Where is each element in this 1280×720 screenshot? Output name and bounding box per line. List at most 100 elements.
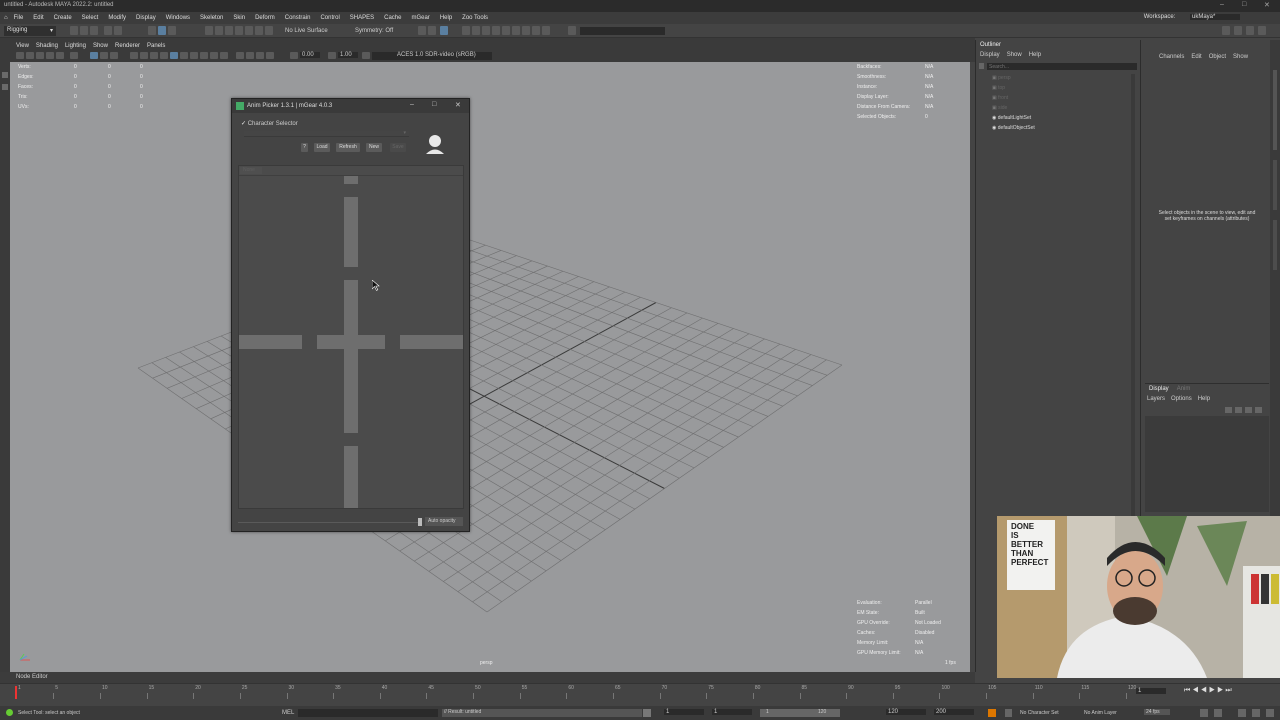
image-plane-icon[interactable] (36, 52, 44, 59)
menu-display[interactable]: Display (136, 15, 156, 21)
picker-control-lower[interactable] (344, 363, 358, 433)
refresh-button[interactable]: Refresh (336, 143, 360, 152)
anim-picker-title-bar[interactable]: Anim Picker 1.3.1 | mGear 4.0.3 – □ ✕ (232, 99, 469, 113)
close-icon[interactable]: ✕ (455, 101, 461, 109)
select-hierarchy-icon[interactable] (148, 26, 156, 35)
new-layer-icon[interactable] (1245, 407, 1252, 413)
shadows-icon[interactable] (180, 52, 188, 59)
picker-control-center-upper[interactable] (344, 280, 358, 335)
channels-menu-channels[interactable]: Channels (1159, 54, 1184, 60)
two-d-pan-icon[interactable] (46, 52, 54, 59)
outliner-item-default-light-set[interactable]: ◉ defaultLightSet (992, 113, 1035, 123)
modeling-toolkit-tab[interactable] (1273, 160, 1277, 210)
move-layer-down-icon[interactable] (1235, 407, 1242, 413)
menu-skin[interactable]: Skin (233, 15, 245, 21)
menu-help[interactable]: Help (440, 15, 452, 21)
bookmark-icon[interactable] (26, 52, 34, 59)
layer-tab-display[interactable]: Display (1149, 386, 1169, 392)
viewport-menu-renderer[interactable]: Renderer (115, 43, 140, 49)
snap-grid-icon[interactable] (205, 26, 213, 35)
xray-joints-icon[interactable] (256, 52, 264, 59)
picker-control-center-lower[interactable] (344, 349, 358, 363)
cache-icon[interactable] (1252, 709, 1260, 717)
layer-menu-options[interactable]: Options (1171, 396, 1192, 402)
live-surface-label[interactable]: No Live Surface (285, 28, 328, 34)
minimize-icon[interactable]: – (410, 101, 414, 108)
current-time-indicator[interactable] (15, 686, 17, 699)
wireframe-on-shaded-icon[interactable] (150, 52, 158, 59)
menu-zoo-tools[interactable]: Zoo Tools (462, 15, 488, 21)
maximize-icon[interactable]: □ (432, 101, 436, 108)
channels-menu-show[interactable]: Show (1233, 54, 1248, 60)
menu-file[interactable]: File (14, 15, 24, 21)
lights-icon[interactable] (170, 52, 178, 59)
grease-pencil-icon[interactable] (56, 52, 64, 59)
menu-windows[interactable]: Windows (166, 15, 190, 21)
minimize-icon[interactable]: – (1220, 1, 1224, 8)
viewport-menu-show[interactable]: Show (93, 43, 108, 49)
anim-layer-label[interactable]: No Anim Layer (1084, 710, 1117, 716)
maximize-icon[interactable]: □ (1242, 1, 1246, 8)
move-layer-up-icon[interactable] (1225, 407, 1232, 413)
new-scene-icon[interactable] (70, 26, 78, 35)
play-back-icon[interactable]: ◀ (1201, 687, 1209, 694)
wireframe-icon[interactable] (130, 52, 138, 59)
step-back-icon[interactable]: ◀ (1192, 687, 1200, 694)
arnold-stop-icon[interactable] (512, 26, 520, 35)
fps-dropdown[interactable]: 24 fps (1144, 709, 1170, 715)
light-editor-icon[interactable] (482, 26, 490, 35)
opacity-slider-handle[interactable] (418, 518, 422, 526)
menu-cache[interactable]: Cache (384, 15, 401, 21)
film-gate-icon[interactable] (90, 52, 98, 59)
channels-menu-object[interactable]: Object (1209, 54, 1226, 60)
smooth-shade-icon[interactable] (140, 52, 148, 59)
input-line-field[interactable] (580, 27, 665, 35)
menu-shapes[interactable]: SHAPES (350, 15, 374, 21)
menu-modify[interactable]: Modify (108, 15, 126, 21)
maya-home-icon[interactable]: ⌂ (4, 15, 8, 21)
outliner-item-default-object-set[interactable]: ◉ defaultObjectSet (992, 123, 1035, 133)
viewport-menu-shading[interactable]: Shading (36, 43, 58, 49)
color-management-icon[interactable] (362, 52, 370, 59)
viewport-menu-lighting[interactable]: Lighting (65, 43, 86, 49)
outliner-item-top[interactable]: ▣ top (992, 83, 1035, 93)
layer-list[interactable] (1145, 416, 1269, 512)
history-icon[interactable] (265, 26, 273, 35)
new-button[interactable]: New (366, 143, 382, 152)
current-frame-field[interactable]: 1 (1136, 688, 1166, 694)
menu-edit[interactable]: Edit (33, 15, 43, 21)
loop-icon[interactable] (1200, 709, 1208, 717)
layer-menu-layers[interactable]: Layers (1147, 396, 1165, 402)
load-button[interactable]: Load (314, 143, 330, 152)
picker-control-center[interactable] (317, 335, 385, 349)
snap-live-icon[interactable] (255, 26, 263, 35)
lasso-tool-icon[interactable] (2, 84, 8, 90)
snap-curve-icon[interactable] (215, 26, 223, 35)
new-layer-selected-icon[interactable] (1255, 407, 1262, 413)
command-mode-label[interactable]: MEL (282, 710, 294, 716)
anim-prefs-icon[interactable] (1238, 709, 1246, 717)
redo-icon[interactable] (114, 26, 122, 35)
opacity-slider-track[interactable] (238, 522, 421, 523)
picker-control-upper[interactable] (344, 197, 358, 267)
menu-create[interactable]: Create (54, 15, 72, 21)
render-view-icon[interactable] (472, 26, 480, 35)
symmetry-label[interactable]: Symmetry: Off (355, 28, 393, 34)
textured-icon[interactable] (160, 52, 168, 59)
menu-deform[interactable]: Deform (255, 15, 275, 21)
outliner-menu-help[interactable]: Help (1029, 52, 1041, 58)
hypershade-icon[interactable] (462, 26, 470, 35)
select-component-icon[interactable] (168, 26, 176, 35)
arnold-render-icon[interactable] (492, 26, 500, 35)
viewport-menu-view[interactable]: View (16, 43, 29, 49)
menu-control[interactable]: Control (320, 15, 339, 21)
open-scene-icon[interactable] (80, 26, 88, 35)
pause-icon[interactable] (542, 26, 550, 35)
xray-components-icon[interactable] (266, 52, 274, 59)
undo-icon[interactable] (104, 26, 112, 35)
render-settings-icon[interactable] (440, 26, 448, 35)
view-transform-dropdown[interactable]: ACES 1.0 SDR-video (sRGB) (372, 52, 492, 60)
viewport-menu-panels[interactable]: Panels (147, 43, 165, 49)
outliner-item-persp[interactable]: ▣ persp (992, 73, 1035, 83)
camera-attributes-icon[interactable] (16, 52, 24, 59)
